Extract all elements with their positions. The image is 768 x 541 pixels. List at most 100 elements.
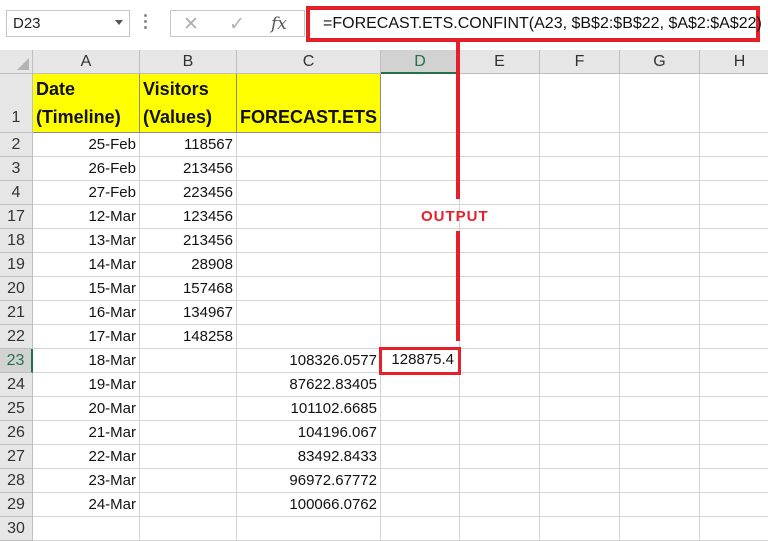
cell[interactable] xyxy=(460,445,540,469)
table-cell-b[interactable]: 213456 xyxy=(140,229,237,253)
column-header-g[interactable]: G xyxy=(620,50,700,74)
table-cell-a[interactable]: 14-Mar xyxy=(33,253,140,277)
table-cell-a[interactable] xyxy=(33,517,140,541)
table-cell-b[interactable]: 28908 xyxy=(140,253,237,277)
cell[interactable] xyxy=(540,445,620,469)
cell[interactable] xyxy=(700,493,768,517)
cell[interactable] xyxy=(460,397,540,421)
cell[interactable] xyxy=(460,421,540,445)
table-cell-c[interactable] xyxy=(237,277,381,301)
cell[interactable] xyxy=(620,493,700,517)
cell[interactable] xyxy=(620,253,700,277)
table-cell-b[interactable] xyxy=(140,397,237,421)
table-cell-c[interactable] xyxy=(237,253,381,277)
row-header[interactable]: 29 xyxy=(0,493,33,517)
table-cell-c[interactable]: 100066.0762 xyxy=(237,493,381,517)
cell[interactable] xyxy=(620,229,700,253)
cell[interactable] xyxy=(540,325,620,349)
row-header[interactable]: 18 xyxy=(0,229,33,253)
table-cell-b[interactable]: 213456 xyxy=(140,157,237,181)
cell[interactable] xyxy=(620,301,700,325)
row-header[interactable]: 20 xyxy=(0,277,33,301)
check-icon[interactable]: ✓ xyxy=(229,13,245,36)
row-header[interactable]: 23 xyxy=(0,349,33,373)
column-header-h[interactable]: H xyxy=(700,50,768,74)
cell[interactable] xyxy=(460,469,540,493)
cell[interactable] xyxy=(460,157,540,181)
cell[interactable] xyxy=(381,325,460,349)
spreadsheet-grid[interactable]: A B C D E F G H 1 Date (Timeline) Visitors (Values) F… xyxy=(0,42,768,541)
cell[interactable] xyxy=(460,277,540,301)
cell[interactable] xyxy=(700,229,768,253)
cell[interactable] xyxy=(381,421,460,445)
cell[interactable] xyxy=(700,301,768,325)
cell[interactable] xyxy=(381,445,460,469)
table-cell-b[interactable]: 118567 xyxy=(140,133,237,157)
table-cell-c[interactable]: 87622.83405 xyxy=(237,373,381,397)
name-box[interactable]: D23 xyxy=(6,10,130,37)
cell[interactable] xyxy=(381,373,460,397)
cell[interactable] xyxy=(620,181,700,205)
cell[interactable] xyxy=(540,205,620,229)
cell[interactable] xyxy=(460,493,540,517)
cell[interactable] xyxy=(700,253,768,277)
cell[interactable] xyxy=(700,325,768,349)
cell[interactable] xyxy=(460,517,540,541)
cell[interactable] xyxy=(381,253,460,277)
chevron-down-icon[interactable] xyxy=(115,20,123,25)
cell[interactable] xyxy=(700,349,768,373)
row-header[interactable]: 21 xyxy=(0,301,33,325)
cell[interactable] xyxy=(620,397,700,421)
header-cell-date[interactable]: Date (Timeline) xyxy=(33,74,140,133)
row-header[interactable]: 30 xyxy=(0,517,33,541)
cell[interactable] xyxy=(381,301,460,325)
table-cell-a[interactable]: 25-Feb xyxy=(33,133,140,157)
cell[interactable] xyxy=(540,277,620,301)
column-header-b[interactable]: B xyxy=(140,50,237,74)
column-header-f[interactable]: F xyxy=(540,50,620,74)
cell[interactable] xyxy=(620,469,700,493)
table-cell-a[interactable]: 18-Mar xyxy=(33,349,140,373)
table-cell-c[interactable] xyxy=(237,229,381,253)
table-cell-a[interactable]: 13-Mar xyxy=(33,229,140,253)
column-header-d[interactable]: D xyxy=(381,50,460,74)
table-cell-b[interactable] xyxy=(140,445,237,469)
cell[interactable] xyxy=(700,133,768,157)
table-cell-c[interactable]: 104196.067 xyxy=(237,421,381,445)
row-header[interactable]: 19 xyxy=(0,253,33,277)
cell[interactable] xyxy=(700,74,768,133)
table-cell-a[interactable]: 15-Mar xyxy=(33,277,140,301)
table-cell-a[interactable]: 19-Mar xyxy=(33,373,140,397)
cell[interactable] xyxy=(700,421,768,445)
cell[interactable] xyxy=(381,517,460,541)
table-cell-c[interactable] xyxy=(237,325,381,349)
row-header[interactable]: 25 xyxy=(0,397,33,421)
cell[interactable] xyxy=(381,133,460,157)
cell[interactable] xyxy=(381,74,460,133)
cell[interactable] xyxy=(700,205,768,229)
cell[interactable] xyxy=(460,74,540,133)
cell[interactable] xyxy=(540,493,620,517)
cell[interactable] xyxy=(460,349,540,373)
cell[interactable] xyxy=(620,445,700,469)
column-header-e[interactable]: E xyxy=(460,50,540,74)
cell[interactable] xyxy=(700,445,768,469)
table-cell-a[interactable]: 24-Mar xyxy=(33,493,140,517)
table-cell-a[interactable]: 21-Mar xyxy=(33,421,140,445)
cell[interactable] xyxy=(620,205,700,229)
column-header-c[interactable]: C xyxy=(237,50,381,74)
header-cell-visitors[interactable]: Visitors (Values) xyxy=(140,74,237,133)
cell[interactable] xyxy=(540,397,620,421)
table-cell-a[interactable]: 23-Mar xyxy=(33,469,140,493)
cell[interactable] xyxy=(540,181,620,205)
cell[interactable] xyxy=(540,301,620,325)
row-header[interactable]: 4 xyxy=(0,181,33,205)
cell[interactable] xyxy=(700,517,768,541)
cell[interactable] xyxy=(381,277,460,301)
selected-cell-d23[interactable]: 128875.4 xyxy=(379,347,461,375)
column-header-a[interactable]: A xyxy=(33,50,140,74)
cell[interactable] xyxy=(460,325,540,349)
insert-function-icon[interactable]: fx xyxy=(271,14,287,34)
cell[interactable] xyxy=(460,229,540,253)
table-cell-c[interactable] xyxy=(237,205,381,229)
